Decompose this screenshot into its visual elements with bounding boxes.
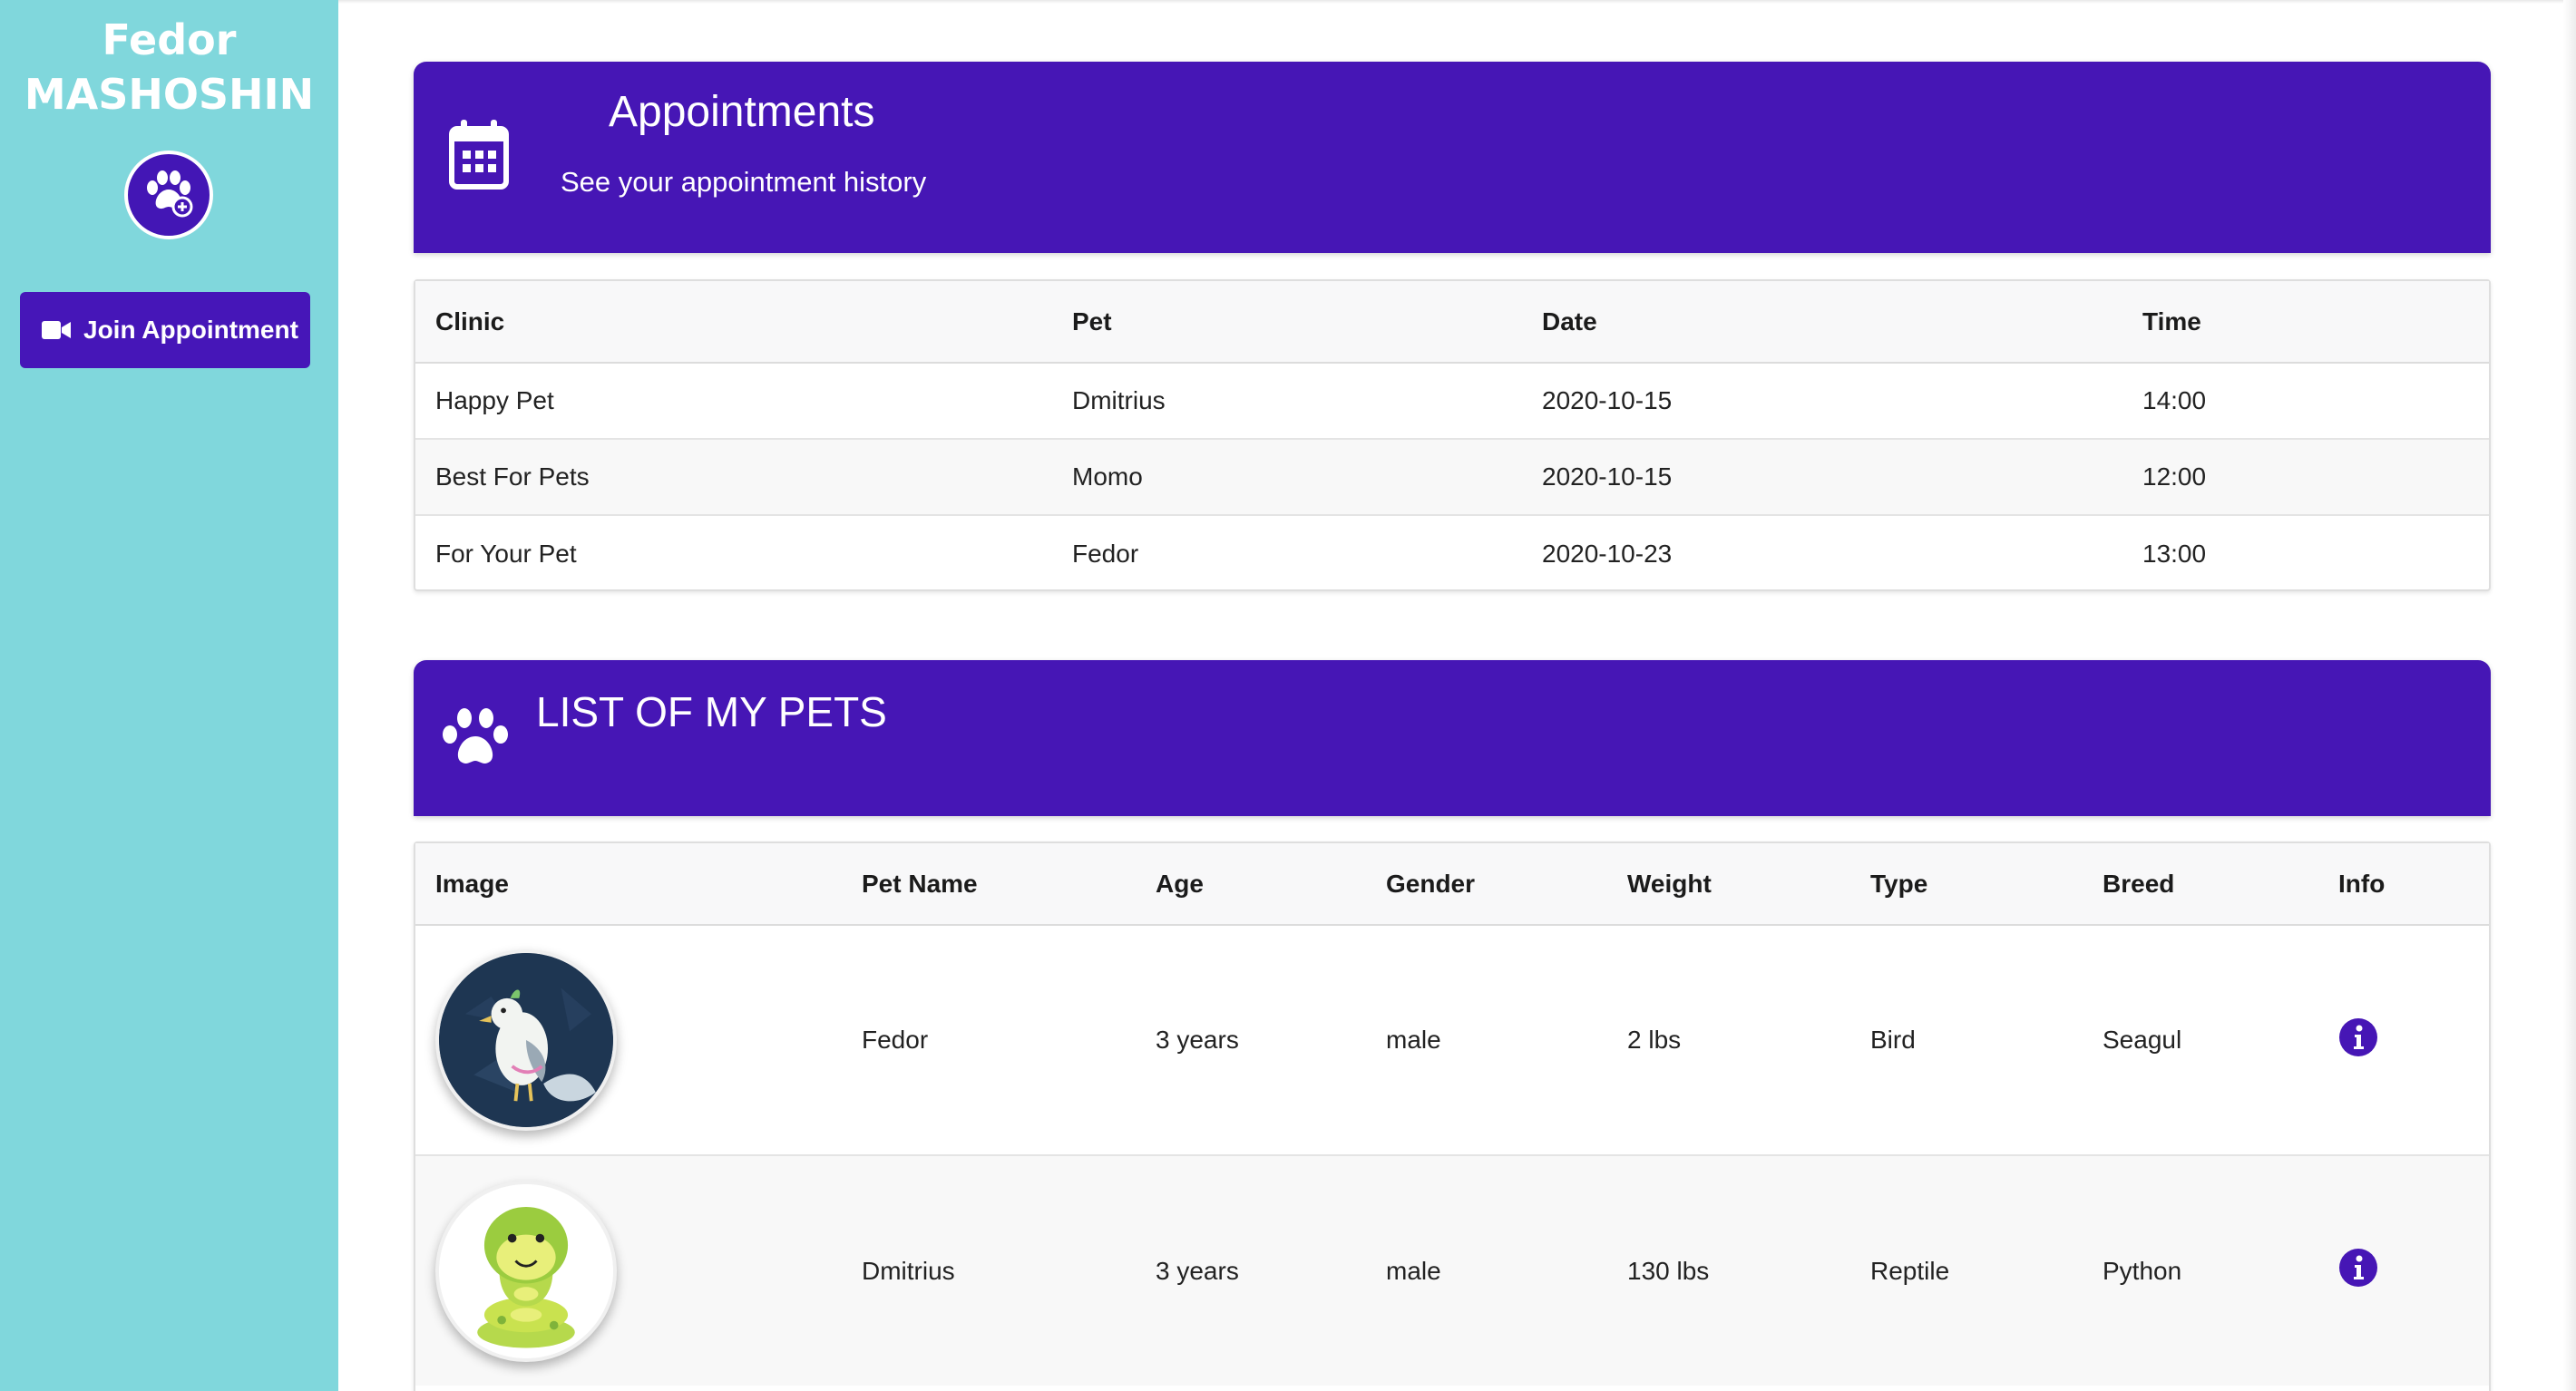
appointments-title: Appointments [609, 88, 875, 136]
pet-age-cell: 3 years [1136, 1155, 1366, 1386]
scrollbar-track[interactable] [2563, 0, 2576, 1391]
table-row: For Your Pet Fedor 2020-10-23 13:00 [415, 515, 2489, 591]
sidebar: Fedor MASHOSHIN Join Appointment [0, 0, 338, 1391]
clinic-cell: Happy Pet [415, 363, 1052, 440]
add-pet-avatar-button[interactable] [124, 151, 213, 239]
user-first-name: Fedor [102, 15, 237, 64]
pet-cell: Fedor [1072, 539, 1139, 568]
user-name: Fedor MASHOSHIN [0, 13, 338, 122]
paw-icon [441, 705, 510, 775]
clinic-cell: Best For Pets [415, 439, 1052, 516]
appointments-table: Clinic Pet Date Time Happy Pet Dmitrius … [414, 279, 2491, 591]
pet-name-cell: Fedor [842, 925, 1136, 1156]
pet-name-cell: Dmitrius [842, 1155, 1136, 1386]
column-header: Clinic [415, 281, 1052, 364]
pet-gender-cell: male [1366, 925, 1607, 1156]
column-header: Date [1522, 281, 2122, 364]
column-header: Pet Name [842, 843, 1136, 926]
pet-image-cell [415, 925, 842, 1156]
pets-header-row: Image Pet Name Age Gender Weight Type Br… [415, 843, 2489, 926]
time-cell: 14:00 [2122, 363, 2489, 440]
column-header: Age [1136, 843, 1366, 926]
seagull-bird-image[interactable] [435, 949, 617, 1131]
video-camera-icon [42, 320, 71, 340]
user-last-name: MASHOSHIN [24, 70, 315, 119]
join-appointment-button[interactable]: Join Appointment [20, 292, 310, 368]
column-header: Weight [1607, 843, 1850, 926]
join-appointment-label: Join Appointment [83, 316, 298, 344]
pet-age-cell: 3 years [1136, 925, 1366, 1156]
pet-info-cell [2318, 1155, 2489, 1386]
column-header: Type [1850, 843, 2083, 926]
pet-type-cell: Reptile [1850, 1155, 2083, 1386]
calendar-icon [448, 120, 510, 195]
column-header: Breed [2083, 843, 2318, 926]
pet-weight-cell: 2 lbs [1607, 925, 1850, 1156]
pet-gender-cell: male [1366, 1155, 1607, 1386]
appointments-header: Appointments See your appointment histor… [414, 62, 2491, 253]
date-cell: 2020-10-23 [1542, 539, 1673, 568]
pet-info-cell [2318, 925, 2489, 1156]
time-cell: 12:00 [2122, 439, 2489, 516]
pet-breed-cell: Seagul [2083, 925, 2318, 1156]
appointments-subtitle: See your appointment history [561, 166, 927, 198]
time-cell: 13:00 [2142, 539, 2207, 568]
column-header: Pet [1052, 281, 1522, 364]
appointments-header-row: Clinic Pet Date Time [415, 281, 2489, 364]
column-header: Image [415, 843, 842, 926]
date-cell: 2020-10-15 [1522, 363, 2122, 440]
date-cell: 2020-10-15 [1522, 439, 2122, 516]
clinic-cell: For Your Pet [435, 539, 577, 568]
pet-cell: Momo [1052, 439, 1522, 516]
column-header: Time [2122, 281, 2489, 364]
pets-title: LIST OF MY PETS [536, 688, 887, 735]
pets-card: LIST OF MY PETS Image Pet Name Age Gende… [414, 660, 2491, 1391]
green-snake-image[interactable] [435, 1180, 617, 1362]
pet-cell: Dmitrius [1052, 363, 1522, 440]
table-row: Best For Pets Momo 2020-10-15 12:00 [415, 439, 2489, 516]
info-icon[interactable] [2338, 1017, 2378, 1057]
column-header: Info [2318, 843, 2489, 926]
pet-weight-cell: 130 lbs [1607, 1155, 1850, 1386]
info-icon[interactable] [2338, 1248, 2378, 1288]
pet-image-cell [415, 1155, 842, 1386]
appointments-card: Appointments See your appointment histor… [414, 62, 2491, 591]
paw-plus-icon [140, 164, 198, 227]
pet-breed-cell: Python [2083, 1155, 2318, 1386]
pets-table: Image Pet Name Age Gender Weight Type Br… [414, 841, 2491, 1391]
pet-type-cell: Bird [1850, 925, 2083, 1156]
table-row: Fedor 3 years male 2 lbs Bird Seagul [415, 925, 2489, 1156]
top-shadow [338, 0, 2576, 4]
pets-header: LIST OF MY PETS [414, 660, 2491, 816]
table-row: Happy Pet Dmitrius 2020-10-15 14:00 [415, 363, 2489, 440]
table-row: Dmitrius 3 years male 130 lbs Reptile Py… [415, 1155, 2489, 1386]
column-header: Gender [1366, 843, 1607, 926]
